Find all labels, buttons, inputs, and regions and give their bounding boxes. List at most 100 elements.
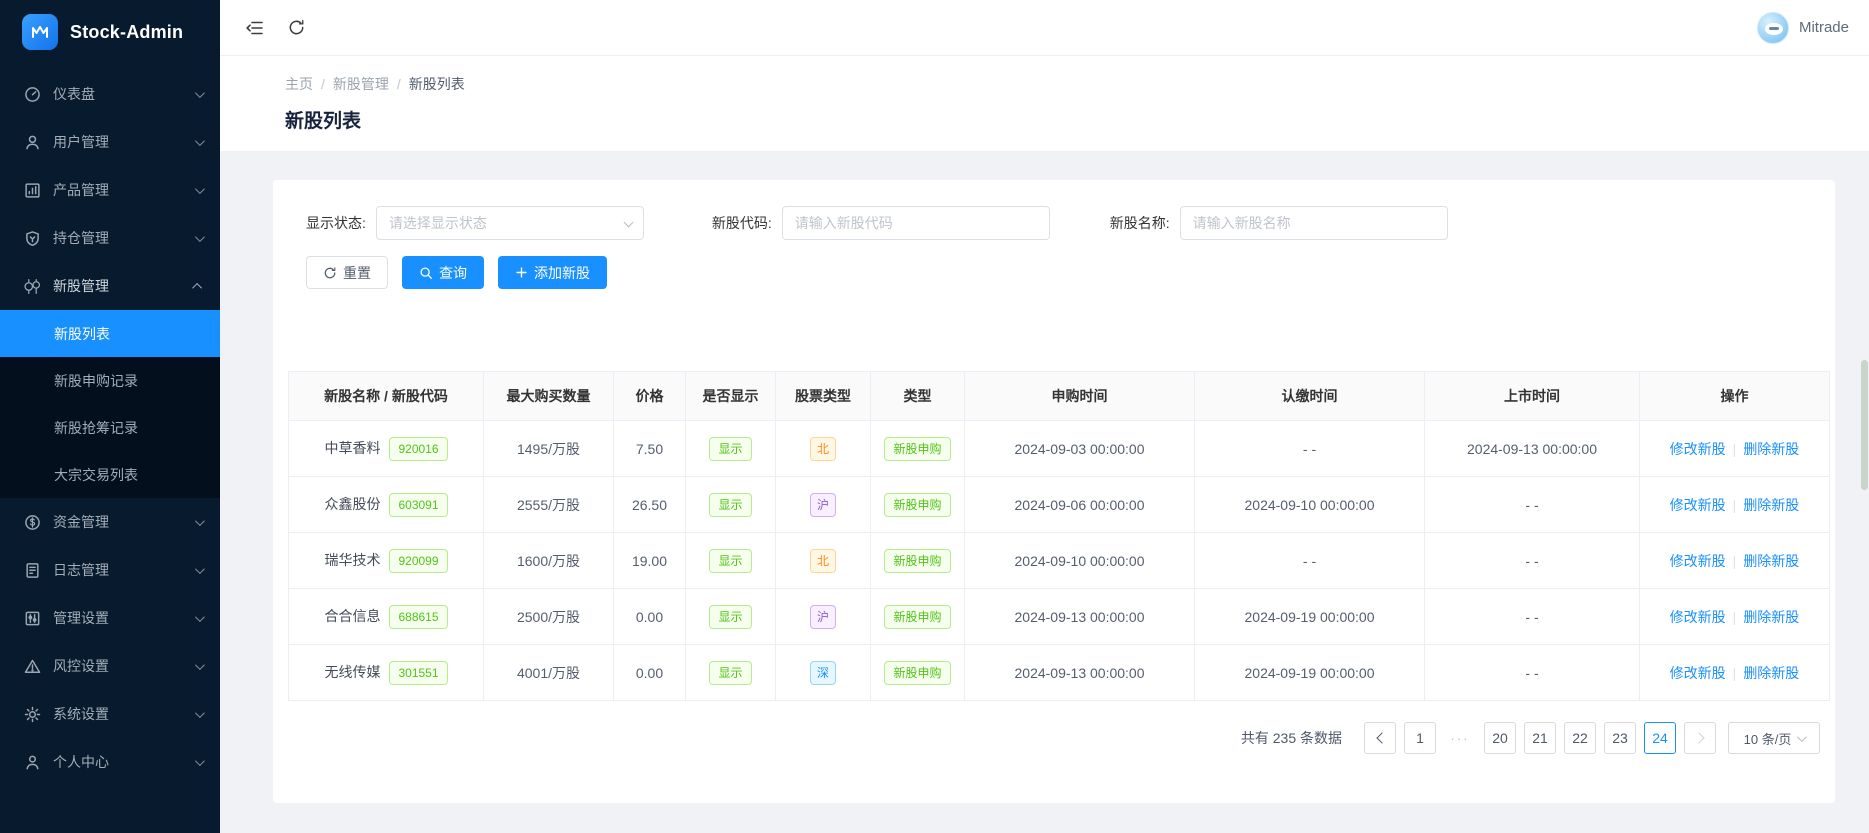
refresh-icon[interactable] [287,18,307,38]
max-qty: 2500/万股 [484,589,614,645]
profile-icon [24,754,41,771]
sidebar-item-dashboard[interactable]: 仪表盘 [0,70,220,118]
visible-badge: 显示 [709,549,751,573]
col-header-market: 股票类型 [776,372,871,421]
category-badge: 新股申购 [884,661,950,685]
sidebar-item-position-management[interactable]: 持仓管理 [0,214,220,262]
delete-newstock-link[interactable]: 删除新股 [1743,609,1799,625]
sidebar-subitem-subscription-records[interactable]: 新股申购记录 [0,357,220,404]
price: 0.00 [614,589,686,645]
pagination-total: 共有 235 条数据 [1241,728,1342,748]
users-icon [24,134,41,151]
stock-code-tag: 688615 [389,605,447,629]
filter-display-status: 显示状态: [306,206,644,240]
table-row: 瑞华技术920099 1600/万股 19.00 显示 北 新股申购 2024-… [289,533,1830,589]
listing-time: - - [1425,589,1640,645]
delete-newstock-link[interactable]: 删除新股 [1743,497,1799,513]
stock-name: 无线传媒 [324,664,380,680]
sidebar-item-risk-settings[interactable]: 风控设置 [0,642,220,690]
category-badge: 新股申购 [884,437,950,461]
newstock-table: 新股名称 / 新股代码 最大购买数量 价格 是否显示 股票类型 类型 申购时间 … [288,371,1820,701]
stock-name-input[interactable] [1180,206,1448,240]
user-menu[interactable]: Mitrade [1757,12,1849,44]
app-logo: Stock-Admin [0,0,220,64]
chevron-right-icon [1693,732,1704,743]
col-header-category: 类型 [871,372,965,421]
edit-newstock-link[interactable]: 修改新股 [1670,441,1726,457]
pages-ellipsis[interactable]: ··· [1444,722,1476,754]
stock-name: 众鑫股份 [324,496,380,512]
sidebar-subitem-newstock-list[interactable]: 新股列表 [0,310,220,357]
page-button-21[interactable]: 21 [1524,722,1556,754]
subscribe-time: 2024-09-10 00:00:00 [965,533,1195,589]
edit-newstock-link[interactable]: 修改新股 [1670,497,1726,513]
add-newstock-button[interactable]: 添加新股 [498,256,607,289]
sidebar-item-user-management[interactable]: 用户管理 [0,118,220,166]
sidebar-item-fund-management[interactable]: 资金管理 [0,498,220,546]
positions-icon [24,230,41,247]
sidebar-item-newstock-management[interactable]: 新股管理 [0,262,220,310]
dashboard-icon [24,86,41,103]
page-button-22[interactable]: 22 [1564,722,1596,754]
breadcrumb-current: 新股列表 [409,74,465,94]
filter-stock-code: 新股代码: [712,206,1050,240]
search-button[interactable]: 查询 [402,256,484,289]
subscribe-time: 2024-09-06 00:00:00 [965,477,1195,533]
chevron-down-icon [195,88,205,98]
visible-badge: 显示 [709,605,751,629]
stock-name: 合合信息 [324,608,380,624]
page-button-23[interactable]: 23 [1604,722,1636,754]
next-page-button[interactable] [1684,722,1716,754]
scrollbar-thumb[interactable] [1861,360,1868,490]
market-badge: 北 [810,549,836,573]
username: Mitrade [1799,19,1849,36]
sidebar-item-system-settings[interactable]: 系统设置 [0,690,220,738]
delete-newstock-link[interactable]: 删除新股 [1743,441,1799,457]
sidebar-item-personal-center[interactable]: 个人中心 [0,738,220,786]
page-button-1[interactable]: 1 [1404,722,1436,754]
chevron-down-icon [195,756,205,766]
table-row: 中草香料920016 1495/万股 7.50 显示 北 新股申购 2024-0… [289,421,1830,477]
edit-newstock-link[interactable]: 修改新股 [1670,665,1726,681]
sidebar-subitem-grab-records[interactable]: 新股抢筹记录 [0,404,220,451]
breadcrumb-newstock-management[interactable]: 新股管理 [333,74,389,94]
col-header-price: 价格 [614,372,686,421]
stock-code-tag: 301551 [389,661,447,685]
sidebar-item-log-management[interactable]: 日志管理 [0,546,220,594]
listing-time: - - [1425,477,1640,533]
delete-newstock-link[interactable]: 删除新股 [1743,553,1799,569]
content: 显示状态: 新股代码: 新 [220,151,1869,833]
edit-newstock-link[interactable]: 修改新股 [1670,609,1726,625]
newstock-submenu: 新股列表 新股申购记录 新股抢筹记录 大宗交易列表 [0,310,220,498]
price: 19.00 [614,533,686,589]
sidebar-item-admin-settings[interactable]: 管理设置 [0,594,220,642]
page-button-24-active[interactable]: 24 [1644,722,1676,754]
listing-time: 2024-09-13 00:00:00 [1425,421,1640,477]
edit-newstock-link[interactable]: 修改新股 [1670,553,1726,569]
payment-time: 2024-09-19 00:00:00 [1195,645,1425,701]
stock-name: 中草香料 [324,440,380,456]
table-row: 众鑫股份603091 2555/万股 26.50 显示 沪 新股申购 2024-… [289,477,1830,533]
sidebar-item-product-management[interactable]: 产品管理 [0,166,220,214]
col-header-listing-time: 上市时间 [1425,372,1640,421]
col-header-subscribe-time: 申购时间 [965,372,1195,421]
chevron-down-icon [195,136,205,146]
chevron-left-icon [1376,732,1387,743]
reset-button[interactable]: 重置 [306,256,388,289]
breadcrumb-home[interactable]: 主页 [285,74,313,94]
logo-icon [22,14,58,50]
sidebar-subitem-block-trade-list[interactable]: 大宗交易列表 [0,451,220,498]
chevron-down-icon [1797,732,1807,742]
subscribe-time: 2024-09-03 00:00:00 [965,421,1195,477]
delete-newstock-link[interactable]: 删除新股 [1743,665,1799,681]
pagination: 共有 235 条数据 1 ··· 20 21 22 23 24 10 条/页 [288,722,1820,754]
chevron-down-icon [195,232,205,242]
prev-page-button[interactable] [1364,722,1396,754]
stock-code-input[interactable] [782,206,1050,240]
listing-time: - - [1425,533,1640,589]
collapse-sidebar-icon[interactable] [245,18,265,38]
page-button-20[interactable]: 20 [1484,722,1516,754]
display-status-select[interactable] [376,206,644,240]
col-header-max-qty: 最大购买数量 [484,372,614,421]
page-size-select[interactable]: 10 条/页 [1728,722,1820,754]
